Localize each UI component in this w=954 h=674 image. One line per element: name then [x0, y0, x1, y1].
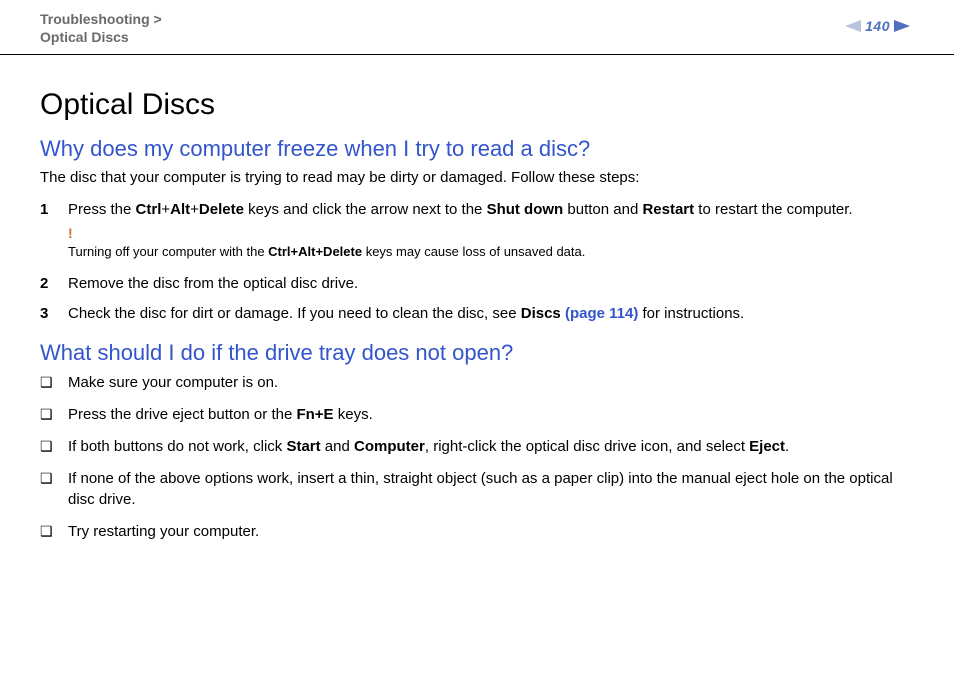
list-text: If both buttons do not work, click Start… — [68, 436, 914, 458]
breadcrumb: Troubleshooting > Optical Discs — [40, 10, 162, 46]
list-item: ❑ Make sure your computer is on. — [40, 372, 914, 394]
list-text: If none of the above options work, inser… — [68, 468, 914, 512]
intro-text: The disc that your computer is trying to… — [40, 168, 914, 188]
bullet-icon: ❑ — [40, 404, 68, 424]
page-nav: 140 — [841, 18, 914, 34]
list-item: ❑ If both buttons do not work, click Sta… — [40, 436, 914, 458]
page-root: Troubleshooting > Optical Discs 140 Opti… — [0, 0, 954, 674]
list-item: ❑ Press the drive eject button or the Fn… — [40, 404, 914, 426]
prev-page-arrow-icon[interactable] — [845, 20, 861, 32]
bullet-icon: ❑ — [40, 521, 68, 541]
page-link-114[interactable]: (page 114) — [565, 305, 638, 322]
step-number: 3 — [40, 303, 68, 325]
list-item: ❑ Try restarting your computer. — [40, 521, 914, 543]
list-text: Make sure your computer is on. — [68, 372, 914, 394]
next-page-arrow-icon[interactable] — [894, 20, 910, 32]
list-text: Try restarting your computer. — [68, 521, 914, 543]
step-3: 3 Check the disc for dirt or damage. If … — [40, 303, 914, 325]
step-text: Check the disc for dirt or damage. If yo… — [68, 303, 914, 325]
list-text: Press the drive eject button or the Fn+E… — [68, 404, 914, 426]
warning-icon: ! — [68, 225, 73, 241]
bullet-icon: ❑ — [40, 436, 68, 456]
step-2: 2 Remove the disc from the optical disc … — [40, 273, 914, 295]
bullet-icon: ❑ — [40, 372, 68, 392]
bullet-icon: ❑ — [40, 468, 68, 488]
step-text: Press the Ctrl+Alt+Delete keys and click… — [68, 199, 914, 265]
step-1: 1 Press the Ctrl+Alt+Delete keys and cli… — [40, 199, 914, 265]
step-number: 2 — [40, 273, 68, 295]
page-title: Optical Discs — [40, 88, 914, 122]
header: Troubleshooting > Optical Discs 140 — [40, 0, 914, 54]
breadcrumb-line1: Troubleshooting > — [40, 11, 162, 27]
header-divider — [0, 54, 954, 55]
steps-list: 1 Press the Ctrl+Alt+Delete keys and cli… — [40, 199, 914, 325]
breadcrumb-line2: Optical Discs — [40, 29, 129, 45]
list-item: ❑ If none of the above options work, ins… — [40, 468, 914, 512]
question-freeze: Why does my computer freeze when I try t… — [40, 136, 914, 162]
warning-note: ! Turning off your computer with the Ctr… — [68, 224, 914, 260]
page-number: 140 — [865, 18, 890, 34]
question-tray: What should I do if the drive tray does … — [40, 340, 914, 366]
content: Optical Discs Why does my computer freez… — [40, 54, 914, 542]
step-text: Remove the disc from the optical disc dr… — [68, 273, 914, 295]
bullet-list: ❑ Make sure your computer is on. ❑ Press… — [40, 372, 914, 543]
step-number: 1 — [40, 199, 68, 221]
